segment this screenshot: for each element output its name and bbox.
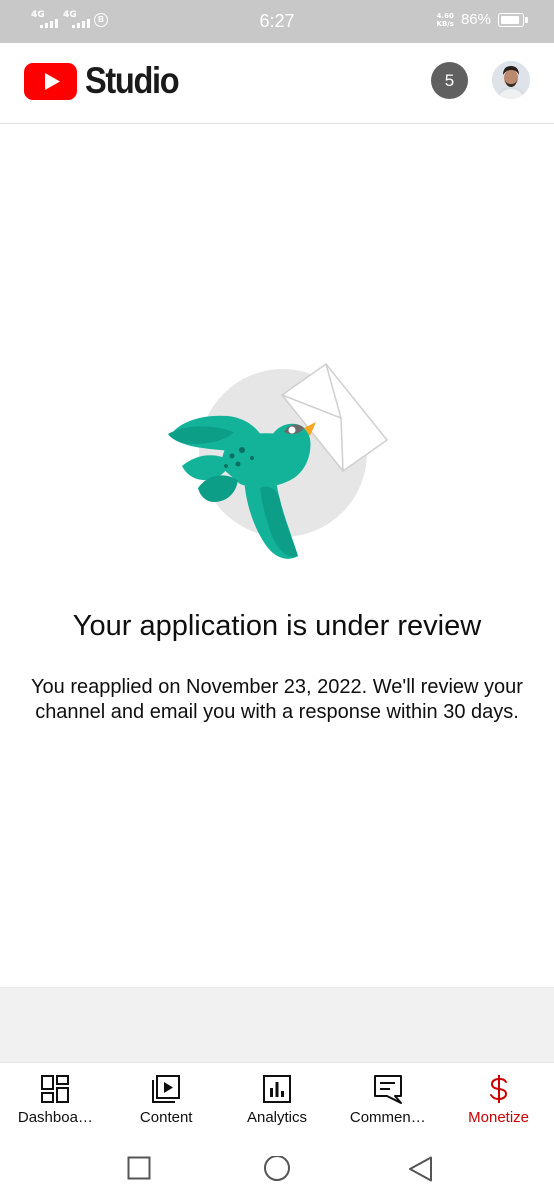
nav-comments-label: Commen… — [349, 1109, 426, 1126]
nav-monetize[interactable]: Monetize — [443, 1063, 554, 1137]
status-bar: 4G 4G B 6:27 4.60 KB/s 86% — [0, 0, 554, 43]
logo-text: Studio — [85, 60, 180, 101]
nav-content[interactable]: Content — [111, 1063, 222, 1137]
network-speed-unit: KB/s — [436, 19, 454, 28]
main-content: Your application is under review You rea… — [0, 124, 554, 987]
dollar-icon — [489, 1075, 507, 1103]
youtube-studio-logo[interactable]: Studio — [24, 61, 191, 101]
back-button[interactable] — [408, 1156, 434, 1182]
nav-content-label: Content — [139, 1109, 193, 1126]
network-speed-value: 4.60 — [436, 11, 454, 20]
status-icons-right: 4.60 KB/s 86% — [436, 11, 528, 28]
nav-dashboard-label: Dashboa… — [17, 1109, 93, 1126]
review-description: You reapplied on November 23, 2022. We'l… — [31, 676, 523, 723]
app-header: Studio 5 — [0, 43, 554, 124]
dashboard-icon — [41, 1075, 70, 1103]
bottom-navigation: Dashboa… Content Analytics Commen… Monet… — [0, 1062, 554, 1137]
bird-envelope-illustration — [168, 362, 389, 559]
youtube-play-icon — [24, 62, 77, 100]
battery-percent: 86% — [460, 11, 491, 28]
recent-apps-button[interactable] — [127, 1156, 151, 1180]
avatar[interactable] — [492, 61, 530, 99]
nav-comments[interactable]: Commen… — [332, 1063, 443, 1137]
network-speed: 4.60 KB/s — [436, 12, 453, 28]
battery-icon — [498, 12, 528, 27]
nav-dashboard[interactable]: Dashboa… — [0, 1063, 111, 1137]
nav-monetize-label: Monetize — [468, 1109, 530, 1126]
review-title: Your application is under review — [72, 610, 482, 642]
system-navigation-bar — [0, 1136, 554, 1200]
home-button[interactable] — [263, 1156, 291, 1184]
content-icon — [152, 1075, 181, 1103]
notification-count-button[interactable]: 5 — [431, 62, 468, 99]
nav-analytics-label: Analytics — [246, 1109, 307, 1126]
analytics-icon — [262, 1075, 291, 1103]
comments-icon — [373, 1075, 402, 1104]
divider-area — [0, 987, 554, 1063]
profile-photo — [492, 61, 530, 99]
nav-analytics[interactable]: Analytics — [222, 1063, 333, 1137]
